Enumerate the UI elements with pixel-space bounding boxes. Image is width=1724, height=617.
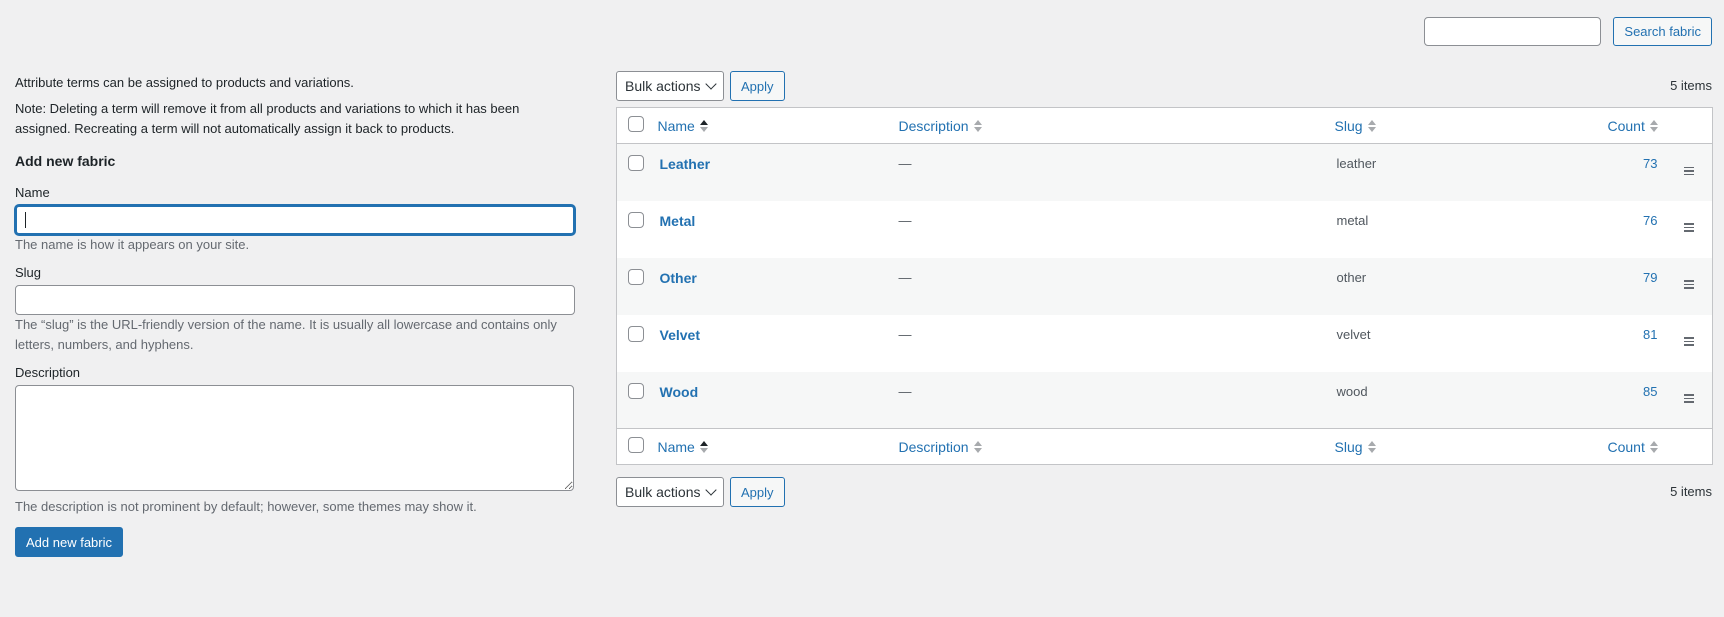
description-textarea[interactable] — [15, 385, 574, 491]
column-footer-count: Count — [1607, 438, 1645, 455]
bulk-actions-label: Bulk actions — [625, 484, 701, 500]
drag-handle-icon[interactable] — [1683, 223, 1694, 232]
name-label: Name — [15, 185, 50, 200]
slug-input[interactable] — [15, 285, 575, 315]
term-count-link[interactable]: 79 — [1643, 270, 1657, 285]
sort-by-description[interactable]: Description — [899, 118, 982, 134]
term-description: — — [898, 212, 912, 228]
column-footer-name: Name — [657, 438, 695, 455]
drag-handle-icon[interactable] — [1683, 394, 1694, 403]
table-footer-row: Name Description Slug Count — [616, 428, 1713, 465]
description-help: The description is not prominent by defa… — [15, 499, 477, 514]
form-title: Add new fabric — [15, 153, 116, 169]
term-slug: other — [1336, 269, 1367, 285]
column-header-count: Count — [1607, 117, 1645, 134]
term-count-link[interactable]: 73 — [1643, 156, 1657, 171]
name-help: The name is how it appears on your site. — [15, 237, 250, 252]
sort-arrows-icon — [1367, 119, 1376, 132]
table-row: Wood — wood 85 — [616, 371, 1713, 429]
row-checkbox[interactable] — [628, 268, 644, 285]
terms-table: Name Description Slug Count Leather — le… — [616, 107, 1714, 465]
sort-arrows-icon — [699, 440, 708, 453]
name-field-wrap — [15, 205, 575, 235]
term-name-link[interactable]: Velvet — [660, 327, 700, 343]
bulk-actions-select-top[interactable]: Bulk actions — [616, 71, 724, 101]
slug-help: The “slug” is the URL-friendly version o… — [15, 317, 557, 352]
sort-by-name-footer[interactable]: Name — [658, 439, 708, 455]
term-slug: leather — [1336, 156, 1377, 171]
text-caret — [25, 212, 26, 228]
column-footer-slug: Slug — [1334, 438, 1363, 455]
column-header-description: Description — [898, 117, 969, 134]
term-description: — — [898, 156, 912, 171]
items-count-bottom: 5 items — [1670, 484, 1712, 499]
items-count-top: 5 items — [1670, 78, 1712, 93]
sort-arrows-icon — [973, 440, 982, 453]
term-count-link[interactable]: 85 — [1643, 384, 1657, 399]
chevron-down-icon — [705, 484, 717, 496]
term-description: — — [898, 326, 912, 342]
drag-handle-icon[interactable] — [1683, 280, 1694, 289]
term-slug: velvet — [1336, 326, 1371, 342]
terms-list-column: Bulk actions Apply 5 items Name Descript… — [616, 70, 1714, 508]
term-name-link[interactable]: Metal — [660, 213, 696, 229]
term-count-link[interactable]: 81 — [1643, 327, 1657, 342]
table-row: Leather — leather 73 — [616, 143, 1713, 201]
apply-button-top[interactable]: Apply — [730, 71, 785, 101]
term-slug: metal — [1336, 212, 1369, 228]
term-name-link[interactable]: Leather — [660, 156, 711, 172]
sort-arrows-icon — [1367, 440, 1376, 453]
select-all-checkbox[interactable] — [628, 116, 644, 132]
sort-by-slug[interactable]: Slug — [1335, 118, 1376, 134]
name-input[interactable] — [15, 205, 575, 235]
column-header-name: Name — [657, 117, 695, 134]
table-row: Velvet — velvet 81 — [617, 315, 1713, 372]
column-header-slug: Slug — [1334, 117, 1363, 134]
table-row: Other — other 79 — [616, 257, 1713, 315]
add-term-column: Attribute terms can be assigned to produ… — [15, 73, 575, 557]
select-all-checkbox-footer[interactable] — [628, 437, 644, 453]
sort-arrows-icon — [973, 119, 982, 132]
tablenav-bottom: Bulk actions Apply 5 items — [616, 476, 1712, 508]
term-slug: wood — [1336, 383, 1368, 399]
table-row: Metal — metal 76 — [617, 201, 1713, 258]
row-checkbox[interactable] — [628, 325, 644, 342]
term-count-link[interactable]: 76 — [1643, 213, 1657, 228]
term-description: — — [898, 383, 912, 399]
tablenav-top: Bulk actions Apply 5 items — [616, 70, 1712, 102]
apply-button-bottom[interactable]: Apply — [730, 477, 785, 507]
sort-arrows-icon — [1649, 440, 1658, 453]
chevron-down-icon — [705, 78, 717, 90]
sort-by-slug-footer[interactable]: Slug — [1335, 439, 1376, 455]
search-box: Search fabric — [1424, 17, 1712, 46]
drag-handle-icon[interactable] — [1683, 166, 1694, 175]
slug-label: Slug — [15, 265, 42, 280]
sort-by-count[interactable]: Count — [1608, 118, 1658, 134]
sort-arrows-icon — [699, 119, 708, 132]
delete-note: Note: Deleting a term will remove it fro… — [15, 101, 520, 136]
term-name-link[interactable]: Other — [660, 270, 697, 286]
sort-by-name[interactable]: Name — [658, 118, 708, 134]
column-footer-description: Description — [898, 438, 969, 455]
bulk-actions-select-bottom[interactable]: Bulk actions — [616, 477, 724, 507]
bulk-actions-label: Bulk actions — [625, 78, 701, 94]
table-header-row: Name Description Slug Count — [616, 107, 1713, 144]
sort-by-description-footer[interactable]: Description — [899, 439, 982, 455]
row-checkbox[interactable] — [628, 382, 644, 399]
search-button[interactable]: Search fabric — [1613, 17, 1712, 46]
drag-handle-icon[interactable] — [1683, 337, 1694, 346]
sort-by-count-footer[interactable]: Count — [1608, 439, 1658, 455]
term-description: — — [898, 269, 912, 285]
row-checkbox[interactable] — [628, 155, 644, 171]
add-term-button[interactable]: Add new fabric — [15, 527, 123, 557]
description-label: Description — [15, 365, 81, 380]
intro-text: Attribute terms can be assigned to produ… — [15, 75, 354, 90]
term-name-link[interactable]: Wood — [660, 384, 699, 400]
row-checkbox[interactable] — [628, 211, 644, 228]
sort-arrows-icon — [1649, 119, 1658, 132]
search-input[interactable] — [1424, 17, 1602, 46]
